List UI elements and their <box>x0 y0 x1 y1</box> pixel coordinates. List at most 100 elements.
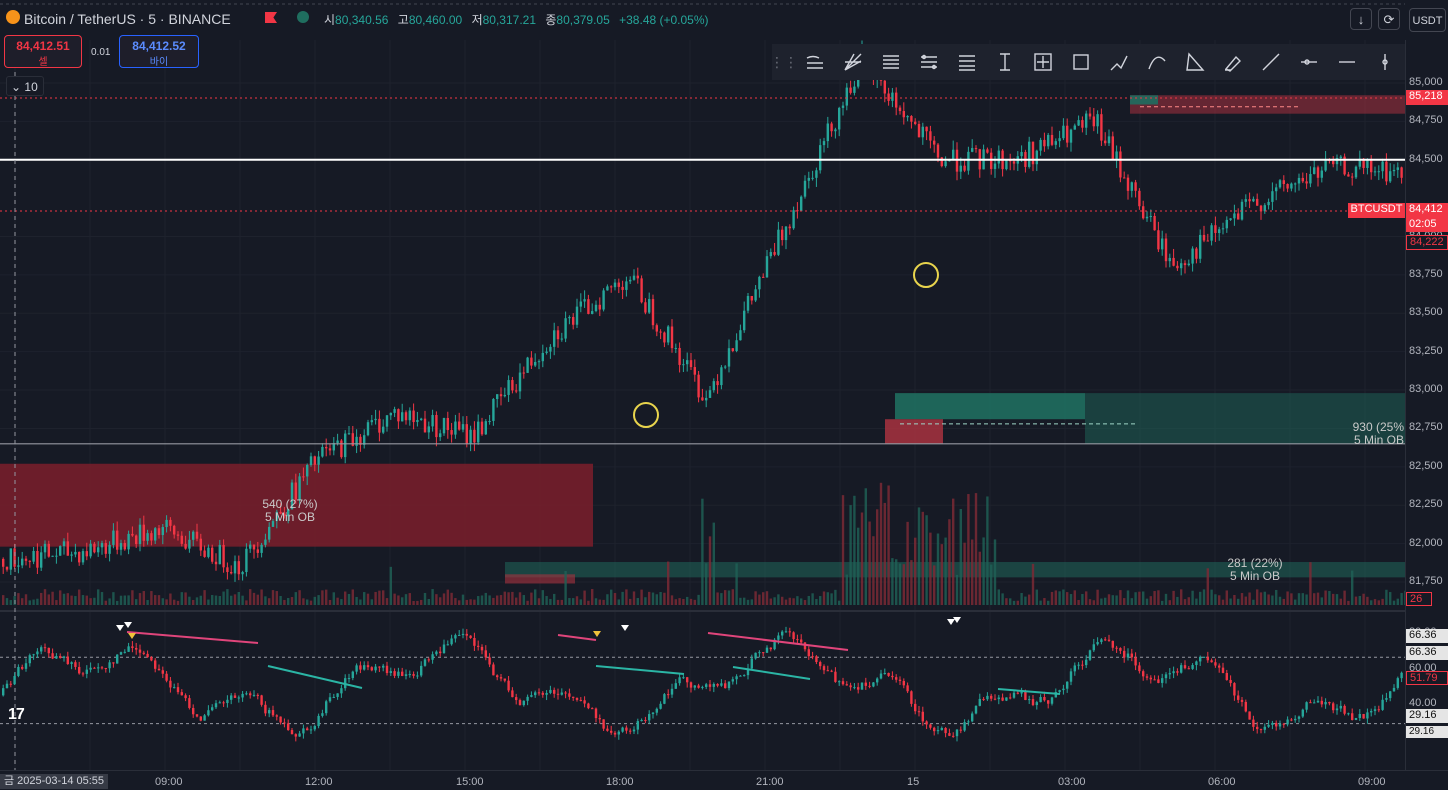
osc-candle-body <box>625 727 628 731</box>
brush-icon[interactable] <box>1214 44 1252 80</box>
osc-candle-body <box>119 652 123 655</box>
candle-body <box>1347 174 1350 177</box>
volume-bar <box>952 498 955 605</box>
volume-bar <box>484 592 487 605</box>
osc-candle-body <box>971 713 974 722</box>
osc-tag-1: 66.36 <box>1406 629 1448 643</box>
tradingview-logo[interactable]: 17 <box>8 706 25 724</box>
candle-body <box>940 157 943 167</box>
candle-body <box>963 165 966 171</box>
rectangle-icon[interactable] <box>1062 44 1100 80</box>
osc-candle-body <box>944 727 947 734</box>
osc-candle-body <box>895 677 898 680</box>
osc-candle-body <box>716 683 719 686</box>
candle-body <box>1115 151 1118 159</box>
osc-candle-body <box>458 634 461 636</box>
volume-bar <box>40 592 43 605</box>
volume-bar <box>226 589 229 605</box>
osc-candle-body <box>28 655 31 664</box>
chart-canvas[interactable] <box>0 0 1448 789</box>
osc-candle-body <box>724 683 727 689</box>
volume-bar <box>241 595 244 605</box>
candle-body <box>1066 125 1069 143</box>
osc-candle-body <box>1073 665 1076 672</box>
osc-candle-body <box>800 639 803 643</box>
osc-candle-body <box>1240 699 1244 702</box>
volume-bar <box>967 494 970 605</box>
osc-candle-body <box>423 659 427 666</box>
osc-candle-body <box>655 708 658 713</box>
fib-retracement-icon[interactable] <box>872 44 910 80</box>
currency-selector[interactable]: USDT <box>1409 8 1446 32</box>
volume-bar <box>1267 594 1270 605</box>
refresh-icon[interactable]: ⟳ <box>1378 8 1400 30</box>
osc-candle-body <box>484 650 487 658</box>
candle-body <box>123 543 126 550</box>
osc-candle-body <box>849 685 852 688</box>
price-range-icon[interactable] <box>986 44 1024 80</box>
buy-button[interactable]: 84,412.52 바이 <box>119 35 199 68</box>
curve-icon[interactable] <box>1138 44 1176 80</box>
symbol-title[interactable]: Bitcoin / TetherUS · 5 · BINANCE <box>24 11 231 27</box>
osc-candle-body <box>496 675 499 678</box>
osc-candle-body <box>887 672 890 676</box>
osc-candle-body <box>963 722 966 731</box>
osc-candle-body <box>21 666 24 669</box>
volume-bar <box>1073 590 1076 605</box>
osc-candle-body <box>674 683 677 689</box>
osc-candle-body <box>1354 718 1358 720</box>
drag-handle-icon[interactable]: ⋮⋮ <box>770 44 798 80</box>
volume-bar <box>674 599 677 605</box>
osc-candle-body <box>74 662 77 667</box>
triangle-icon[interactable] <box>1176 44 1214 80</box>
volume-bar <box>211 595 214 605</box>
osc-candle-body <box>769 647 772 650</box>
osc-candle-body <box>55 656 58 659</box>
trend-line-icon[interactable] <box>1252 44 1290 80</box>
volume-bar <box>150 591 153 605</box>
vertical-line-icon[interactable] <box>1366 44 1404 80</box>
indicators-toggle[interactable]: ⌄ 10 <box>6 76 44 96</box>
candle-body <box>503 394 506 397</box>
volume-bar <box>66 593 69 605</box>
candle-body <box>921 126 924 138</box>
candle-body <box>830 123 833 132</box>
volume-bar <box>397 595 400 605</box>
candle-body <box>781 229 784 241</box>
osc-candle-body <box>59 656 62 658</box>
multi-line-icon[interactable] <box>796 44 834 80</box>
path-icon[interactable] <box>1100 44 1138 80</box>
candle-body <box>306 464 309 477</box>
flag-icon[interactable] <box>265 12 277 23</box>
scroll-down-icon[interactable]: ↓ <box>1350 8 1372 30</box>
candle-body <box>1138 190 1141 207</box>
sell-button[interactable]: 84,412.51 셀 <box>4 35 82 68</box>
volume-bar <box>1062 589 1065 605</box>
candle-body <box>131 533 134 536</box>
volume-bar <box>385 598 389 605</box>
osc-candle-body <box>70 662 73 665</box>
horizontal-ray-icon[interactable] <box>1290 44 1328 80</box>
osc-candle-body <box>860 682 864 690</box>
price-axis[interactable] <box>1405 40 1448 770</box>
parallel-channel-icon[interactable] <box>910 44 948 80</box>
volume-bar <box>1001 593 1004 605</box>
candle-body <box>1381 161 1384 172</box>
osc-candle-body <box>917 711 921 713</box>
osc-candle-body <box>1335 708 1339 711</box>
volume-bar <box>116 600 119 605</box>
candle-body <box>477 421 480 443</box>
pitchfan-icon[interactable] <box>834 44 872 80</box>
date-price-range-icon[interactable] <box>1024 44 1062 80</box>
candle-body <box>70 554 73 556</box>
spread-value: 0.01 <box>91 47 111 58</box>
horizontal-line-icon[interactable] <box>1328 44 1366 80</box>
candle-body <box>507 380 510 395</box>
osc-candle-body <box>245 693 248 695</box>
volume-bar <box>933 565 936 605</box>
osc-candle-body <box>511 690 514 698</box>
disjoint-channel-icon[interactable] <box>948 44 986 80</box>
volume-bar <box>511 591 514 605</box>
candle-body <box>268 526 271 540</box>
osc-candle-body <box>302 728 305 734</box>
